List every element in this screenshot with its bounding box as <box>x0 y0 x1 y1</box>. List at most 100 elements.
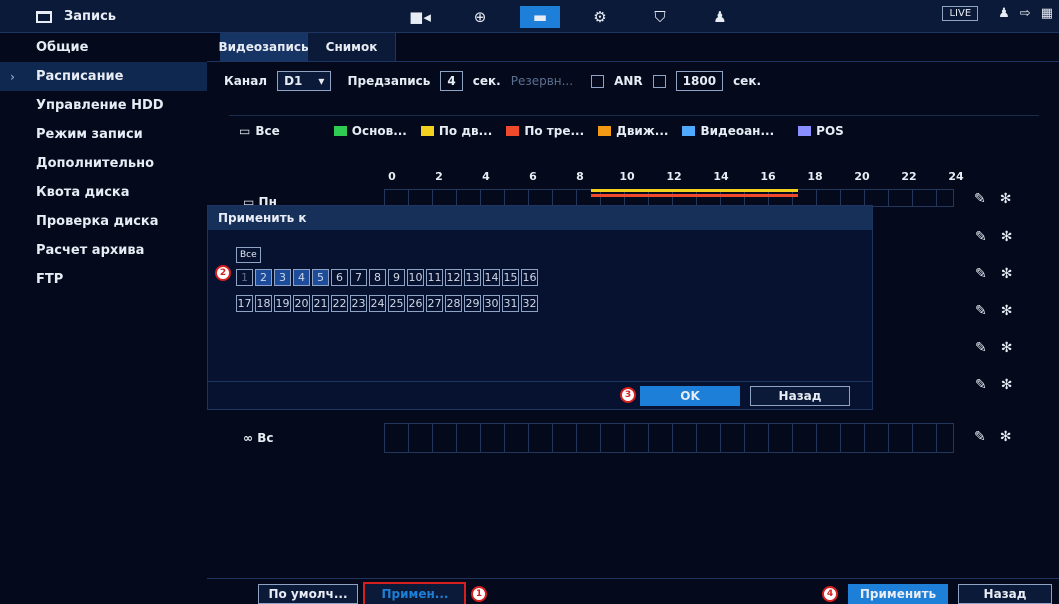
prerecord-input[interactable]: 4 <box>440 71 463 91</box>
edit-icon[interactable]: ✎ <box>975 266 987 286</box>
gear-icon[interactable]: ✻ <box>1001 229 1013 249</box>
legend-swatch <box>333 126 347 136</box>
channel-checkbox[interactable]: 23 <box>350 295 367 312</box>
edit-icon[interactable]: ✎ <box>974 429 986 445</box>
gear-icon[interactable]: ✻ <box>1001 303 1013 323</box>
legend-item-alarm[interactable]: По тре... <box>506 124 584 138</box>
legend-item-motion-alarm[interactable]: Движ... <box>598 124 668 138</box>
select-all-button[interactable]: Все <box>236 247 261 263</box>
channel-checkbox[interactable]: 28 <box>445 295 462 312</box>
anr-checkbox[interactable] <box>591 74 605 88</box>
channel-checkbox[interactable]: 27 <box>426 295 443 312</box>
edit-icon[interactable]: ✎ <box>975 229 987 249</box>
channel-checkbox[interactable]: 1 <box>236 269 253 286</box>
row-actions: ✎ ✻ <box>974 429 1011 445</box>
channel-checkbox[interactable]: 15 <box>502 269 519 286</box>
channel-checkbox[interactable]: 5 <box>312 269 329 286</box>
sidebar-item-hdd[interactable]: Управление HDD <box>0 91 207 120</box>
channel-select[interactable]: D1 ▾ <box>277 71 332 91</box>
user-icon[interactable]: ♟ <box>998 6 1010 21</box>
channel-checkbox[interactable]: 19 <box>274 295 291 312</box>
anr-label: ANR <box>614 74 643 88</box>
sidebar-item-label: Управление HDD <box>36 98 164 113</box>
sidebar-item-schedule[interactable]: › Расписание <box>0 62 207 91</box>
channel-checkbox[interactable]: 7 <box>350 269 367 286</box>
channel-checkbox[interactable]: 18 <box>255 295 272 312</box>
axis-tick-label: 10 <box>619 170 635 183</box>
channel-checkbox[interactable]: 22 <box>331 295 348 312</box>
gear-icon[interactable]: ✻ <box>1001 266 1013 286</box>
legend-item-general[interactable]: Основ... <box>333 124 407 138</box>
sidebar-item-record-mode[interactable]: Режим записи <box>0 120 207 149</box>
channel-checkbox[interactable]: 4 <box>293 269 310 286</box>
channel-checkbox[interactable]: 26 <box>407 295 424 312</box>
channel-checkbox[interactable]: 11 <box>426 269 443 286</box>
edit-icon[interactable]: ✎ <box>975 303 987 323</box>
legend-item-analytics[interactable]: Видеоан... <box>682 124 774 138</box>
channel-checkbox[interactable]: 12 <box>445 269 462 286</box>
logout-icon[interactable]: ⇨ <box>1020 6 1031 21</box>
channel-checkbox[interactable]: 32 <box>521 295 538 312</box>
sidebar-item-archive-calc[interactable]: Расчет архива <box>0 236 207 265</box>
globe-icon[interactable]: ⊕ <box>460 6 500 28</box>
channel-checkbox[interactable]: 14 <box>483 269 500 286</box>
gear-icon[interactable]: ✻ <box>1001 340 1013 360</box>
legend-label: POS <box>816 124 844 138</box>
live-button[interactable]: LIVE <box>942 6 979 21</box>
channel-checkbox[interactable]: 3 <box>274 269 291 286</box>
anr-input[interactable]: 1800 <box>675 71 724 91</box>
back-footer-button[interactable]: Назад <box>958 584 1052 604</box>
channel-checkbox[interactable]: 24 <box>369 295 386 312</box>
axis-tick-label: 20 <box>854 170 870 183</box>
channel-checkbox[interactable]: 8 <box>369 269 386 286</box>
channel-checkbox[interactable]: 20 <box>293 295 310 312</box>
storage-icon[interactable]: ▬ <box>520 6 560 28</box>
edit-icon[interactable]: ✎ <box>975 377 987 397</box>
tab-snapshot[interactable]: Снимок <box>308 33 396 61</box>
channel-checkbox[interactable]: 29 <box>464 295 481 312</box>
sidebar-item-advanced[interactable]: Дополнительно <box>0 149 207 178</box>
legend-all[interactable]: ▭ Все <box>239 124 280 138</box>
ok-button[interactable]: OK <box>640 386 740 406</box>
sidebar-item-ftp[interactable]: FTP <box>0 265 207 294</box>
sidebar-item-disk-check[interactable]: Проверка диска <box>0 207 207 236</box>
sidebar-item-label: Расчет архива <box>36 243 145 258</box>
legend-item-pos[interactable]: POS <box>798 124 844 138</box>
row-actions-column: ✎ ✻ ✎ ✻ ✎ ✻ ✎ ✻ ✎ ✻ <box>975 229 1012 397</box>
channel-checkbox[interactable]: 2 <box>255 269 272 286</box>
channel-checkbox[interactable]: 16 <box>521 269 538 286</box>
sidebar-item-disk-quota[interactable]: Квота диска <box>0 178 207 207</box>
sidebar-item-general[interactable]: Общие <box>0 33 207 62</box>
channel-checkbox[interactable]: 9 <box>388 269 405 286</box>
channel-checkbox[interactable]: 21 <box>312 295 329 312</box>
gear-icon[interactable]: ✻ <box>1001 377 1013 397</box>
channel-checkbox[interactable]: 6 <box>331 269 348 286</box>
shield-icon[interactable]: ⛉ <box>640 6 680 28</box>
gear-icon[interactable]: ✻ <box>1000 191 1012 207</box>
apply-button[interactable]: Применить <box>848 584 948 604</box>
back-button[interactable]: Назад <box>750 386 850 406</box>
schedule-grid[interactable] <box>384 423 954 453</box>
qr-icon[interactable]: ▦ <box>1041 6 1053 21</box>
sidebar-item-label: Расписание <box>36 69 124 84</box>
channel-checkbox[interactable]: 10 <box>407 269 424 286</box>
channel-checkbox[interactable]: 17 <box>236 295 253 312</box>
edit-icon[interactable]: ✎ <box>974 191 986 207</box>
channel-checkbox[interactable]: 25 <box>388 295 405 312</box>
axis-tick-label: 24 <box>948 170 964 183</box>
gears-icon[interactable]: ⚙ <box>580 6 620 28</box>
channel-checkbox[interactable]: 30 <box>483 295 500 312</box>
channel-checkbox[interactable]: 31 <box>502 295 519 312</box>
prerecord-label: Предзапись <box>347 74 431 88</box>
user-settings-icon[interactable]: ♟ <box>700 6 740 28</box>
camera-icon[interactable]: ■◂ <box>400 6 440 28</box>
gear-icon[interactable]: ✻ <box>1000 429 1012 445</box>
default-button[interactable]: По умолч... <box>258 584 358 604</box>
tab-video-record[interactable]: Видеозапись <box>218 33 309 61</box>
legend-item-motion[interactable]: По дв... <box>420 124 492 138</box>
edit-icon[interactable]: ✎ <box>975 340 987 360</box>
anr-enable-checkbox[interactable] <box>652 74 666 88</box>
channel-checkbox[interactable]: 13 <box>464 269 481 286</box>
channel-value: D1 <box>284 74 303 88</box>
schedule-bar-motion <box>591 189 798 192</box>
